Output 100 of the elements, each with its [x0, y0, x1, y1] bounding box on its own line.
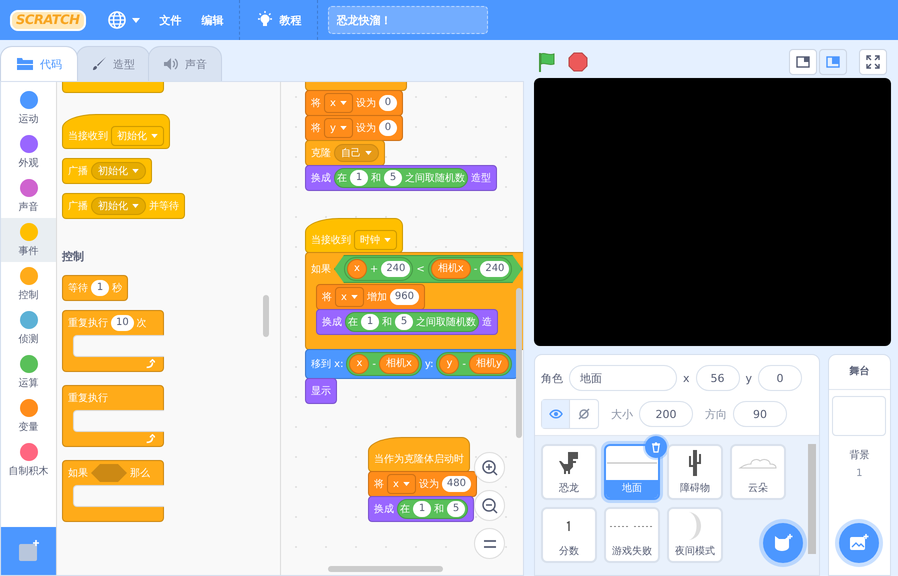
brush-icon	[91, 56, 107, 72]
block-label: -	[474, 264, 478, 274]
panel-title: 舞台	[828, 355, 890, 390]
sprite-tile[interactable]: 分数	[541, 507, 597, 563]
code-block[interactable]: 如果 x + 240 < 相机x - 240 将 x 增加 960 换成 在 1 和 5 之间取随机数 造	[305, 252, 523, 350]
cloud-icon	[738, 457, 778, 469]
code-block[interactable]: 将 y 设为 0	[305, 115, 403, 141]
zoom-reset-button[interactable]	[474, 528, 505, 559]
stage-size-button[interactable]	[789, 48, 817, 74]
number-input[interactable]: 480	[442, 476, 472, 492]
code-block[interactable]: 换成 在 1 和 5 之间取随机数 造	[316, 309, 498, 335]
sprite-tile[interactable]: 障碍物	[667, 444, 723, 500]
fullscreen-icon	[866, 54, 880, 68]
scrollbar[interactable]	[516, 288, 522, 438]
reporter-block[interactable]: 在 1 和 5	[397, 499, 468, 519]
code-block[interactable]: 等待 1 秒	[62, 275, 128, 301]
block-label: 换成	[322, 316, 342, 329]
delete-button[interactable]	[645, 436, 667, 458]
number-input[interactable]: 5	[447, 501, 465, 517]
number-input[interactable]: 1	[413, 501, 431, 517]
speaker-icon	[163, 57, 179, 71]
category-item[interactable]: 运动	[1, 86, 56, 130]
field-label: 方向	[705, 406, 727, 422]
category-item[interactable]: 声音	[1, 174, 56, 218]
caret-icon	[151, 134, 158, 138]
block-label: 重复执行	[68, 392, 108, 405]
sprite-tile[interactable]: 恐龙	[541, 444, 597, 500]
block-label: 秒	[112, 282, 122, 295]
globe-icon	[106, 10, 127, 30]
size-field[interactable]: 200	[639, 401, 693, 427]
extension-icon	[16, 539, 40, 563]
scrollbar[interactable]	[328, 566, 443, 572]
category-item[interactable]: 事件	[1, 218, 56, 262]
code-block[interactable]: 将 x 设为 0	[305, 90, 403, 116]
sprite-tile[interactable]: 夜间模式	[667, 507, 723, 563]
block-label: 移到 x:	[311, 358, 344, 371]
category-item[interactable]: 变量	[1, 394, 56, 438]
category-item[interactable]: 自制积木	[1, 438, 56, 482]
sprite-tile[interactable]: 云朵	[730, 444, 786, 500]
y-field[interactable]: 0	[758, 365, 802, 391]
block-label: 换成	[374, 502, 394, 516]
zoom-out-button[interactable]	[474, 490, 505, 521]
reporter-block[interactable]: 在 1 和 5 之间取随机数	[334, 168, 468, 188]
add-sprite-button[interactable]	[762, 523, 803, 563]
number-input[interactable]: 240	[480, 261, 510, 277]
category-item[interactable]: 侦测	[1, 306, 56, 350]
number-input[interactable]: 960	[390, 289, 420, 305]
fullscreen-button[interactable]	[859, 48, 887, 74]
trash-icon	[651, 442, 661, 452]
field-label: 大小	[611, 406, 633, 422]
direction-field[interactable]: 90	[733, 401, 787, 427]
add-backdrop-button[interactable]	[838, 523, 879, 563]
caret-icon	[384, 238, 391, 242]
scrollbar[interactable]	[808, 444, 816, 554]
block-label: 广播	[68, 200, 88, 213]
reporter-block[interactable]: 在 1 和 5 之间取随机数	[345, 312, 479, 332]
code-block[interactable]: 将 x 增加 960	[316, 284, 426, 310]
zoom-out-icon	[480, 496, 498, 514]
code-block[interactable]: 换成 在 1 和 5	[368, 496, 474, 522]
block-label: 克隆	[311, 146, 331, 160]
image-icon	[848, 534, 869, 552]
category-item[interactable]: 运算	[1, 350, 56, 394]
sprite-name-field[interactable]: 地面	[569, 365, 677, 391]
scrollbar[interactable]	[263, 295, 269, 337]
reporter-block[interactable]: x + 240	[344, 257, 414, 281]
code-block[interactable]: 显示	[305, 378, 337, 404]
caret-icon	[350, 295, 358, 299]
number-input[interactable]: 5	[384, 170, 402, 186]
small-stage-icon	[796, 56, 810, 68]
number-input[interactable]: 10	[111, 315, 134, 331]
block-label: 设为	[356, 96, 376, 110]
category-item[interactable]: 外观	[1, 130, 56, 174]
code-block[interactable]: 将 x 设为 480	[368, 471, 478, 497]
block-label: 重复执行	[68, 316, 108, 330]
number-input[interactable]: 0	[378, 95, 397, 111]
code-blocks-icon	[16, 57, 34, 71]
block-label: 次	[136, 317, 147, 330]
number-input[interactable]: 0	[378, 120, 397, 136]
number-input[interactable]: 1	[91, 280, 109, 296]
caret-icon	[402, 482, 410, 486]
block-label: 如果	[311, 263, 331, 276]
block-label: 在	[337, 172, 347, 185]
number-input[interactable]: 5	[395, 314, 413, 330]
backdrops-label: 背景	[849, 448, 870, 462]
zoom-in-button[interactable]	[474, 452, 505, 483]
code-block[interactable]: 重复执行 10 次	[62, 310, 164, 372]
x-field[interactable]: 56	[696, 365, 740, 391]
reporter-block[interactable]: 相机x - 240	[428, 257, 512, 281]
stop-icon[interactable]	[568, 52, 588, 72]
boolean-block[interactable]: x + 240 < 相机x - 240	[334, 255, 522, 283]
number-input[interactable]: 1	[361, 314, 379, 330]
block-label: 在	[400, 503, 410, 516]
number-input[interactable]: 240	[381, 261, 410, 277]
number-input[interactable]: 1	[350, 170, 368, 186]
category-item[interactable]: 控制	[1, 262, 56, 306]
show-button[interactable]	[542, 400, 570, 428]
backdrop-thumbnail[interactable]	[832, 396, 886, 436]
add-extension-button[interactable]	[1, 527, 56, 575]
code-block[interactable]: 换成 在 1 和 5 之间取随机数 造型	[305, 165, 497, 191]
sprite-tile[interactable]: 游戏失败	[604, 507, 660, 563]
